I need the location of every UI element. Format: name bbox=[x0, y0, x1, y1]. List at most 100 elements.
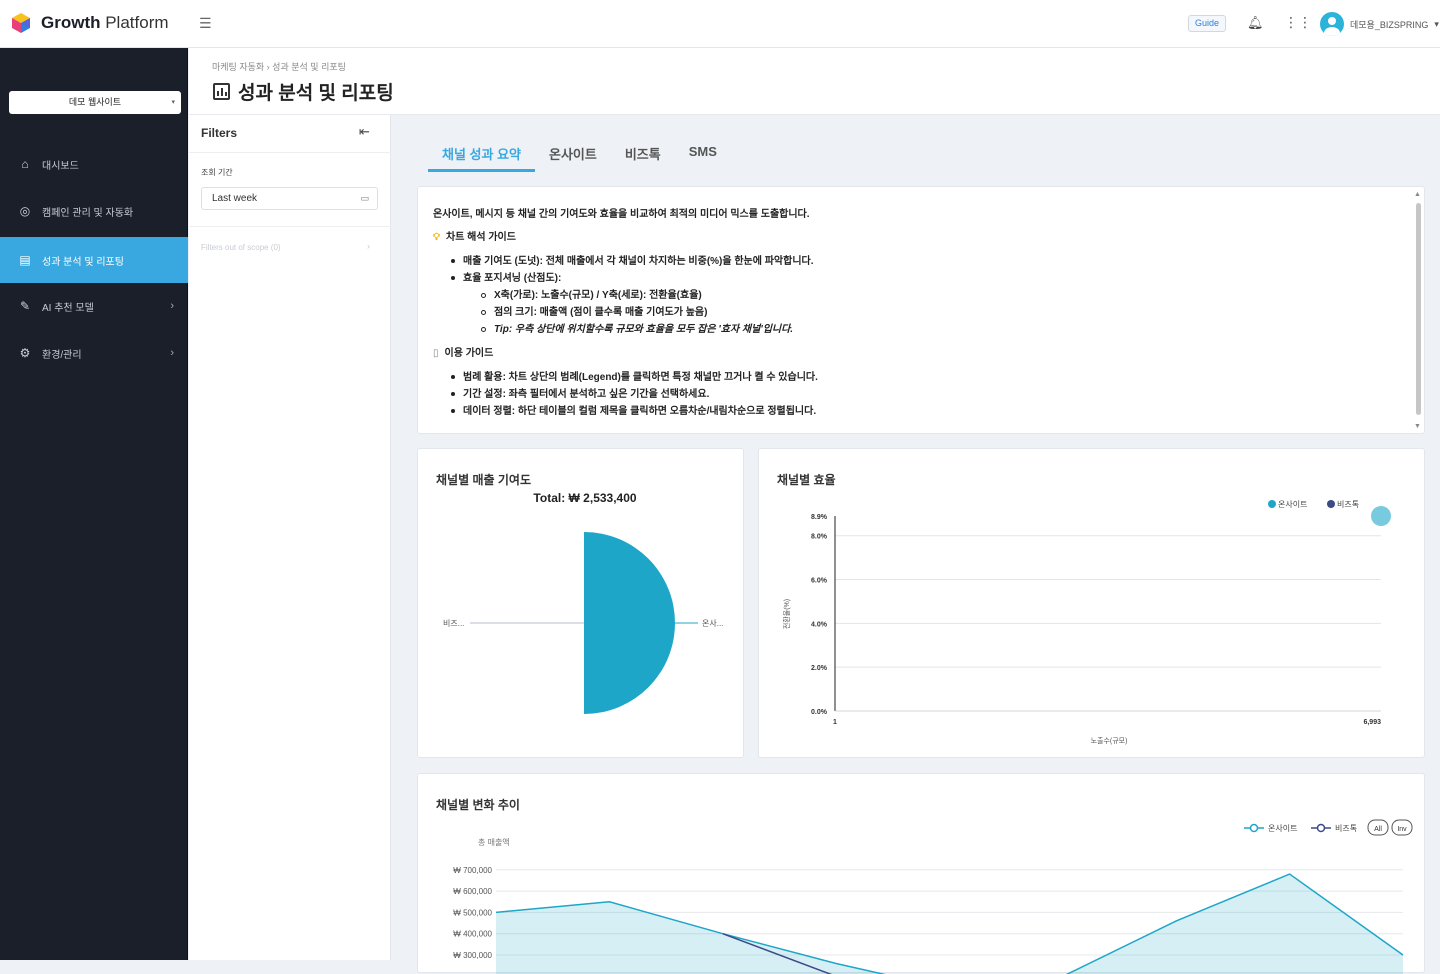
sidebar-item-report[interactable]: ▤ 성과 분석 및 리포팅 bbox=[0, 237, 188, 283]
trend-legend[interactable]: 온사이트 비즈톡 All Inv bbox=[1244, 819, 1413, 836]
filters-out-of-scope[interactable]: Filters out of scope (0) bbox=[201, 243, 281, 252]
donut-total-label: Total: ₩ 2,533,400 bbox=[533, 491, 636, 505]
home-icon: ⌂ bbox=[21, 157, 29, 171]
revenue-contribution-card: 채널별 매출 기여도 Total: ₩ 2,533,400 비즈... 온사..… bbox=[417, 448, 744, 758]
legend-onsite-label[interactable]: 온사이트 bbox=[1278, 499, 1307, 509]
tab-sms[interactable]: SMS bbox=[675, 140, 731, 172]
legend-biztalk-marker bbox=[1316, 823, 1326, 833]
y-tick-label: ₩ 300,000 bbox=[453, 951, 492, 960]
guide-bullet: 매출 기여도 (도넛): 전체 매출에서 각 채널이 차지하는 비중(%)을 한… bbox=[451, 252, 814, 267]
y-tick-label: ₩ 500,000 bbox=[453, 908, 492, 917]
divider bbox=[189, 152, 391, 153]
guide-sub-bullet: Tip: 우측 상단에 위치할수록 규모와 효율을 모두 잡은 '효자 채널'입… bbox=[481, 320, 793, 335]
tab-bar: 채널 성과 요약 온사이트 비즈톡 SMS bbox=[428, 140, 731, 172]
x-axis-label: 노출수(규모) bbox=[1091, 736, 1128, 745]
legend-onsite-marker bbox=[1249, 823, 1259, 833]
channel-efficiency-card: 채널별 효율 온사이트 비즈톡 0.0% 2.0% 4.0% 6.0% 8.0% 8.9%… bbox=[758, 448, 1425, 758]
channel-trend-card: 채널별 변화 추이 총 매출액 온사이트 비즈톡 All Inv ₩ 300,0… bbox=[417, 773, 1425, 974]
page-title: 성과 분석 및 리포팅 bbox=[213, 78, 394, 105]
chevron-right-icon: › bbox=[170, 300, 174, 312]
guide-bullet: 효율 포지셔닝 (산점도): bbox=[451, 269, 561, 284]
apps-grid-icon[interactable]: ⋮⋮ bbox=[1284, 14, 1312, 31]
y-tick-label: ₩ 600,000 bbox=[453, 887, 492, 896]
scatter-point[interactable] bbox=[1371, 506, 1391, 526]
y-axis-label: 전환율(%) bbox=[782, 599, 791, 629]
legend-onsite-label[interactable]: 온사이트 bbox=[1268, 823, 1297, 833]
sidebar-item-campaign[interactable]: ◎ 캠페인 관리 및 자동화 bbox=[0, 188, 188, 234]
calendar-icon: ▭ bbox=[360, 193, 369, 203]
usage-guide-title: ▯ 이용 가이드 bbox=[433, 348, 494, 359]
scroll-up-icon[interactable]: ▲ bbox=[1414, 191, 1421, 198]
x-tick-label: 6,993 bbox=[1363, 719, 1381, 726]
chevron-down-icon: ▾ bbox=[171, 99, 175, 106]
magic-wand-icon: ✎ bbox=[19, 299, 31, 313]
chevron-right-icon: › bbox=[367, 241, 370, 251]
guide-sub-bullet: X축(가로): 노출수(규모) / Y축(세로): 전환율(효율) bbox=[481, 286, 702, 301]
pie-slice-0[interactable] bbox=[584, 532, 675, 714]
legend-all-label[interactable]: All bbox=[1374, 826, 1382, 833]
tab-channel-summary[interactable]: 채널 성과 요약 bbox=[428, 140, 535, 172]
legend-biztalk-label[interactable]: 비즈톡 bbox=[1335, 824, 1357, 833]
tab-onsite[interactable]: 온사이트 bbox=[535, 140, 611, 172]
y-tick-label: 4.0% bbox=[811, 621, 828, 628]
page-header: 마케팅 자동화 › 성과 분석 및 리포팅 성과 분석 및 리포팅 bbox=[189, 48, 1440, 115]
filters-panel: Filters ⇤ 조회 기간 Last week ▭ Filters out o… bbox=[189, 115, 391, 960]
pie-label-onsite: 온사... bbox=[702, 619, 723, 628]
filters-title: Filters bbox=[201, 126, 238, 140]
divider bbox=[189, 226, 391, 227]
usage-bullet: 기간 설정: 좌측 필터에서 분석하고 싶은 기간을 선택하세요. bbox=[451, 385, 709, 400]
guide-sub-bullet: 점의 크기: 매출액 (점이 클수록 매출 기여도가 높음) bbox=[481, 303, 707, 318]
sidebar: 데모 웹사이트 ▾ ⌂ 대시보드 ◎ 캠페인 관리 및 자동화 ▤ 성과 분석 및 리포… bbox=[0, 48, 188, 960]
memo-icon: ▯ bbox=[433, 348, 439, 359]
lightbulb-icon: 💡︎ bbox=[433, 232, 440, 243]
sidebar-item-dashboard[interactable]: ⌂ 대시보드 bbox=[0, 141, 188, 187]
bell-icon[interactable]: 🔔︎ bbox=[1247, 15, 1264, 31]
user-menu[interactable]: 데모용_BIZSPRING ▾ bbox=[1320, 12, 1439, 36]
cube-logo-icon bbox=[12, 13, 30, 33]
scatter-legend[interactable]: 온사이트 비즈톡 bbox=[1268, 499, 1359, 509]
guide-info-box: 온사이트, 메시지 등 채널 간의 기여도와 효율을 비교하여 최적의 미디어 … bbox=[417, 186, 1425, 434]
chevron-right-icon: › bbox=[170, 347, 174, 359]
pie-label-biztalk: 비즈... bbox=[443, 619, 464, 628]
revenue-contribution-chart: Total: ₩ 2,533,400 비즈... 온사... bbox=[443, 491, 723, 714]
x-tick-label: 1 bbox=[833, 719, 837, 726]
period-select[interactable]: Last week ▭ bbox=[201, 187, 378, 210]
chart-guide-title: 💡︎ 차트 해석 가이드 bbox=[433, 232, 516, 243]
sidebar-item-settings[interactable]: ⚙ 환경/관리 › bbox=[0, 330, 188, 376]
info-intro: 온사이트, 메시지 등 채널 간의 기여도와 효율을 비교하여 최적의 미디어 … bbox=[433, 209, 810, 220]
trend-area-onsite bbox=[496, 874, 1403, 974]
channel-efficiency-chart: 온사이트 비즈톡 0.0%2.0%4.0%6.0%8.0%8.9%1 6,993 … bbox=[782, 499, 1391, 745]
target-icon: ◎ bbox=[19, 204, 31, 218]
usage-bullet: 데이터 정렬: 하단 테이블의 컬럼 제목을 클릭하면 오름차순/내림차순으로 … bbox=[451, 402, 816, 417]
y-tick-label: ₩ 400,000 bbox=[453, 930, 492, 939]
y-tick-label: ₩ 700,000 bbox=[453, 866, 492, 875]
channel-trend-chart: 총 매출액 온사이트 비즈톡 All Inv ₩ 300,000 ₩ 400,00… bbox=[453, 819, 1413, 974]
legend-biztalk-label[interactable]: 비즈톡 bbox=[1337, 500, 1359, 509]
menu-toggle-icon[interactable]: ☰ bbox=[199, 15, 212, 32]
bar-chart-icon bbox=[213, 83, 230, 100]
y-tick-label: 8.0% bbox=[811, 534, 828, 541]
top-bar: Growth Platform ☰ Guide 🔔︎ ⋮⋮ 데모용_BIZSPR… bbox=[0, 0, 1440, 48]
y-tick-label: 0.0% bbox=[811, 709, 828, 716]
y-tick-label: 8.9% bbox=[811, 514, 828, 521]
legend-biztalk-marker bbox=[1327, 500, 1335, 508]
scroll-down-icon[interactable]: ▼ bbox=[1414, 423, 1421, 430]
usage-bullet: 범례 활용: 차트 상단의 범례(Legend)를 클릭하면 특정 채널만 끄거… bbox=[451, 368, 818, 383]
chevron-down-icon: ▾ bbox=[1434, 18, 1439, 29]
site-select[interactable]: 데모 웹사이트 ▾ bbox=[9, 91, 181, 114]
legend-invert-label[interactable]: Inv bbox=[1397, 826, 1407, 833]
period-label: 조회 기간 bbox=[201, 168, 233, 177]
guide-button[interactable]: Guide bbox=[1188, 15, 1227, 32]
tab-biztalk[interactable]: 비즈톡 bbox=[611, 140, 675, 172]
brand-name: Growth Platform bbox=[41, 13, 169, 32]
collapse-panel-icon[interactable]: ⇤ bbox=[359, 124, 370, 140]
legend-onsite-marker bbox=[1268, 500, 1276, 508]
y-tick-label: 2.0% bbox=[811, 665, 828, 672]
sidebar-item-ai-model[interactable]: ✎ AI 추천 모델 › bbox=[0, 283, 188, 329]
scrollbar[interactable]: ▲ ▼ bbox=[1414, 191, 1422, 431]
brand-logo[interactable]: Growth Platform bbox=[10, 12, 169, 34]
breadcrumb: 마케팅 자동화 › 성과 분석 및 리포팅 bbox=[212, 62, 346, 72]
y-tick-label: 6.0% bbox=[811, 578, 828, 585]
y-axis-label: 총 매출액 bbox=[478, 837, 510, 847]
scrollbar-thumb[interactable] bbox=[1416, 203, 1421, 415]
